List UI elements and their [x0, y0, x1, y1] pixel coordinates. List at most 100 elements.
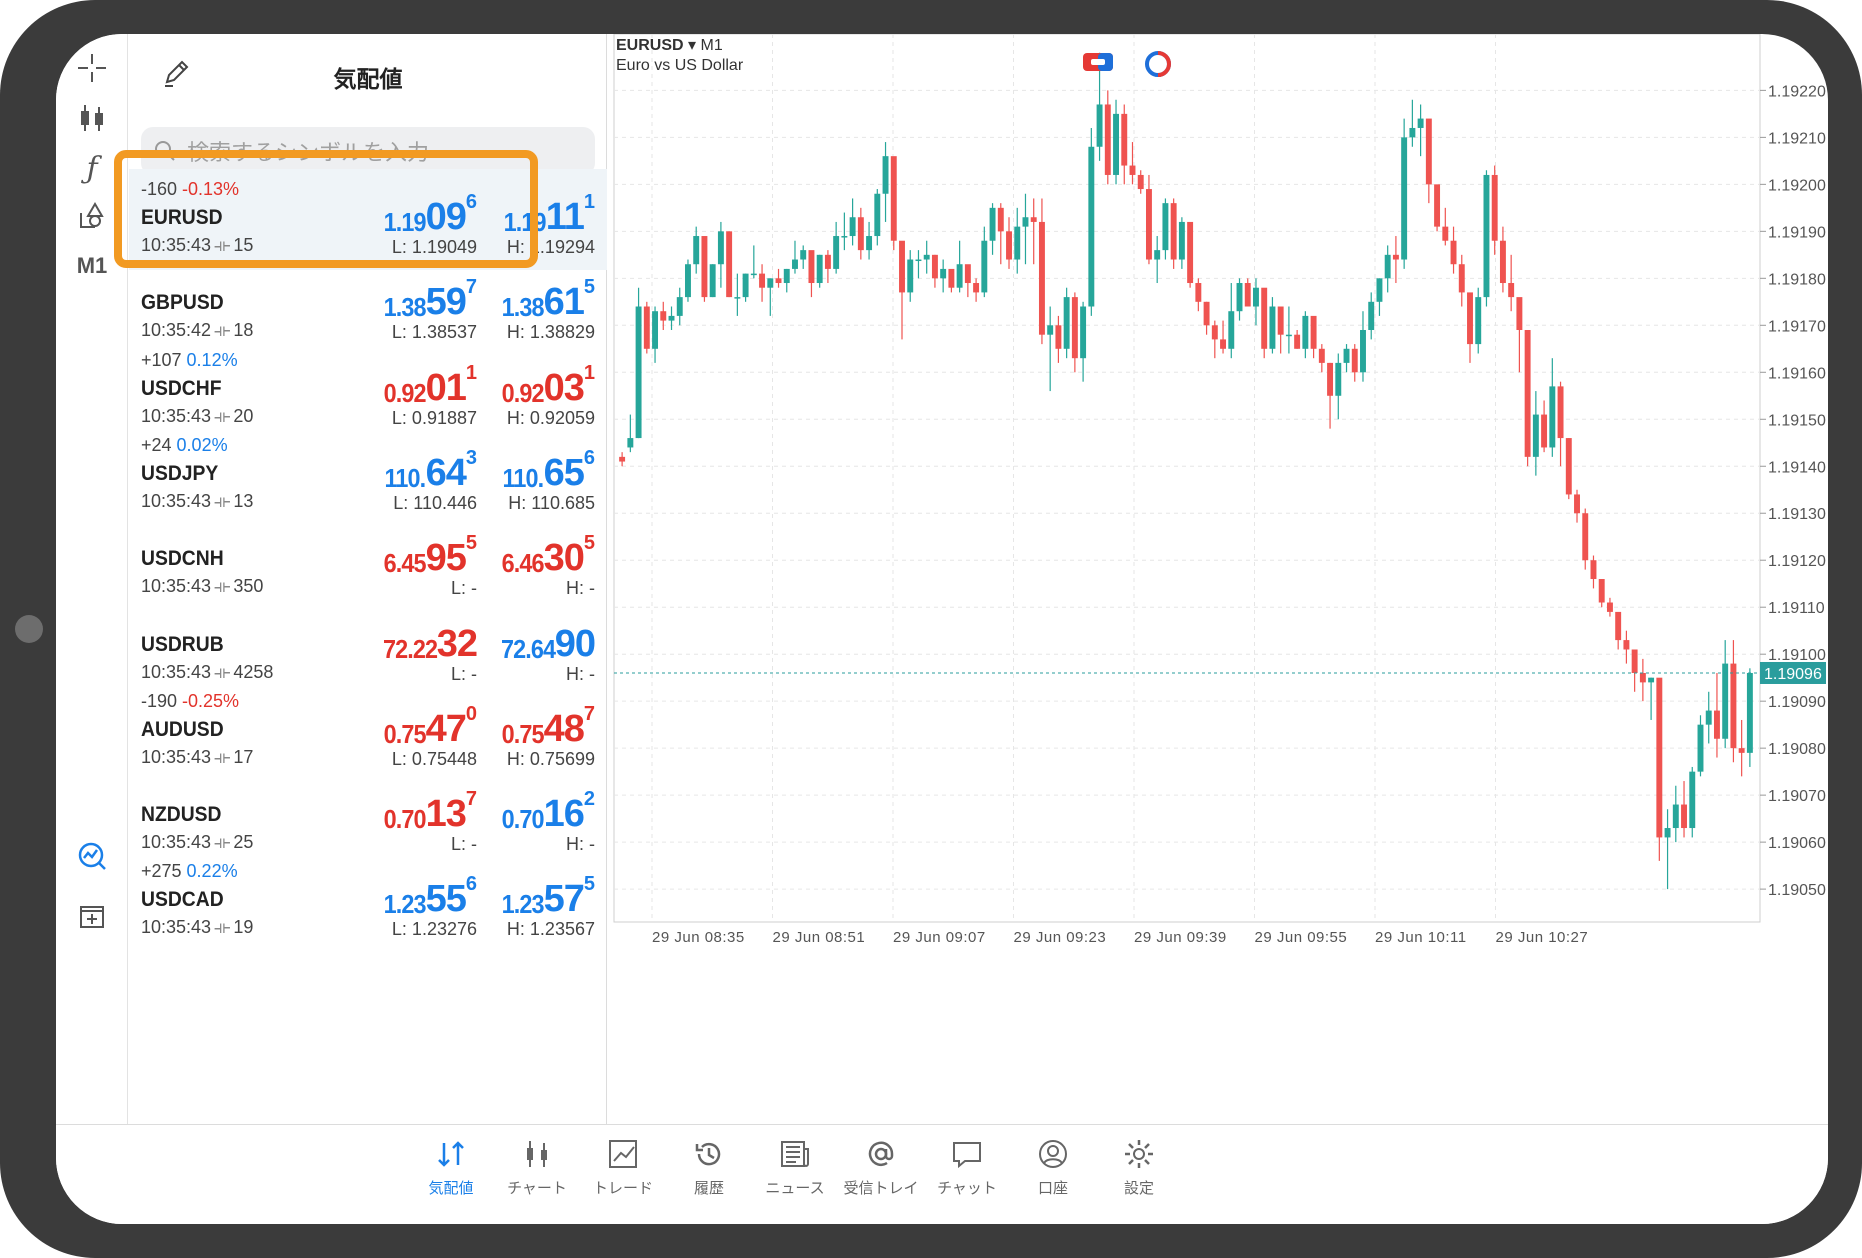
ask-price-big: 65 [543, 451, 585, 494]
candle-body [857, 217, 864, 251]
ask-price[interactable]: 0.75 48 7 [497, 703, 595, 749]
tab-quotes[interactable]: 気配値 [401, 1137, 501, 1198]
candle-body [1458, 264, 1465, 293]
candle-body [717, 231, 724, 265]
change-label: -190 -0.25% [141, 691, 239, 712]
page-title: 気配値 [333, 66, 403, 92]
candle-body [1022, 217, 1029, 227]
candle-body [1746, 672, 1753, 753]
ask-price-prefix: 0.75 [501, 718, 545, 749]
tab-label: 設定 [1123, 1180, 1154, 1197]
tab-label: チャット [937, 1180, 997, 1197]
candle-body [1302, 315, 1309, 349]
candle-body [1491, 174, 1498, 241]
candle-body [1409, 127, 1416, 138]
spread-value: 25 [233, 832, 254, 853]
ask-price[interactable]: 1.23 57 5 [497, 873, 595, 919]
tab-mailbox[interactable]: 受信トレイ [831, 1137, 931, 1198]
tab-news[interactable]: ニュース [745, 1137, 845, 1198]
candle-body [734, 297, 741, 299]
symbol-name: USDRUB [141, 632, 224, 656]
tab-trade[interactable]: トレード [573, 1137, 673, 1198]
ask-price[interactable]: 0.92 03 1 [497, 362, 595, 409]
tab-history[interactable]: 履歴 [659, 1137, 759, 1198]
candle-body [833, 236, 840, 269]
chart-timeframe: M1 [700, 37, 723, 54]
candle-body [767, 278, 774, 288]
timeframe-button[interactable]: M1 [70, 244, 114, 288]
one-click-trading-icon[interactable] [1082, 52, 1114, 72]
bid-price-big: 13 [425, 793, 467, 836]
ask-price-prefix: 0.92 [501, 377, 545, 408]
bid-price[interactable]: 0.92 01 1 [379, 362, 477, 408]
y-tick-label: 1.19140 [1768, 459, 1826, 476]
ask-price[interactable]: 1.38 61 5 [497, 276, 595, 324]
candle-body [1335, 362, 1342, 396]
spread-icon: ⟛ [214, 235, 231, 255]
candle-body [1055, 325, 1062, 349]
price-chart[interactable]: 1.19220 1.19210 1.19200 1.19190 1.19180 1.191… [608, 34, 1828, 1124]
timeframe-label: M1 [76, 253, 108, 278]
ask-price[interactable]: 0.70 16 2 [497, 788, 595, 834]
bid-price-big: 64 [425, 451, 467, 494]
bid-price[interactable]: 1.19 09 6 [379, 191, 477, 237]
spread-value: 17 [233, 746, 254, 767]
x-tick-label: 29 Jun 10:11 [1375, 929, 1467, 946]
change-percent: 0.02% [176, 434, 228, 455]
candle-body [1483, 174, 1490, 298]
candle-body [1639, 672, 1646, 683]
tab-chat[interactable]: チャット [917, 1137, 1017, 1198]
time-value: 10:35:43 [141, 917, 212, 938]
candle-body [1351, 348, 1358, 373]
trade-timer-icon[interactable] [1144, 50, 1172, 78]
candle-body [1261, 287, 1268, 349]
ask-price[interactable]: 72.64 90 [495, 620, 596, 664]
y-tick-label: 1.19090 [1768, 694, 1826, 711]
news-icon [781, 1141, 809, 1167]
bid-price[interactable]: 0.75 47 0 [379, 703, 477, 749]
candle-body [989, 207, 996, 241]
bid-price[interactable]: 72.22 32 [377, 620, 478, 664]
ask-price[interactable]: 110. 65 6 [498, 447, 595, 494]
symbol-row[interactable]: +275 0.22% USDCAD 10:35:43 ⟛ 19 1.23 55 6 1.23 57… [129, 851, 607, 952]
bid-price[interactable]: 1.38 59 7 [379, 276, 477, 322]
tab-chart[interactable]: チャート [487, 1137, 587, 1198]
bid-price-pip: 5 [465, 532, 477, 555]
ask-price-big: 61 [543, 281, 585, 324]
x-tick-label: 29 Jun 09:07 [893, 929, 986, 946]
crosshair-icon[interactable] [70, 46, 114, 90]
tab-settings[interactable]: 設定 [1089, 1137, 1189, 1198]
candle-body [652, 311, 659, 349]
change-percent: -0.13% [182, 179, 240, 199]
chart-search-icon[interactable] [70, 834, 114, 878]
y-tick-label: 1.19060 [1768, 835, 1826, 852]
candle-body [1475, 297, 1482, 345]
function-icon[interactable]: ƒ [70, 146, 114, 190]
bid-price-prefix: 72.22 [382, 633, 438, 664]
candle-body [1648, 677, 1655, 683]
objects-icon[interactable] [70, 194, 114, 238]
candle-body [1392, 254, 1399, 260]
bid-price[interactable]: 6.45 95 5 [379, 532, 477, 578]
ask-price[interactable]: 6.46 30 5 [497, 532, 595, 578]
ask-price-big: 03 [543, 366, 585, 409]
quote-time: 10:35:43 ⟛ 13 [141, 491, 253, 512]
bid-price[interactable]: 0.70 13 7 [379, 788, 477, 836]
candle-body [1434, 184, 1441, 227]
candlestick-icon[interactable] [70, 96, 114, 140]
bid-price[interactable]: 1.23 55 6 [379, 873, 477, 919]
change-points: +24 [141, 434, 177, 455]
tab-label: ニュース [765, 1180, 825, 1197]
bid-price[interactable]: 110. 64 3 [380, 447, 477, 494]
ask-price[interactable]: 1.19 11 1 [499, 191, 595, 237]
search-input[interactable]: 検索するシンボルを入力 [141, 127, 595, 175]
tab-account[interactable]: 口座 [1003, 1137, 1103, 1198]
add-window-icon[interactable] [70, 894, 114, 938]
candle-body [1294, 334, 1301, 349]
candle-body [1615, 611, 1622, 641]
candle-body [1549, 386, 1556, 448]
candle-body [701, 236, 708, 298]
candle-body [1524, 330, 1531, 457]
bid-price-pip: 6 [465, 873, 477, 896]
candle-body [1582, 513, 1589, 561]
